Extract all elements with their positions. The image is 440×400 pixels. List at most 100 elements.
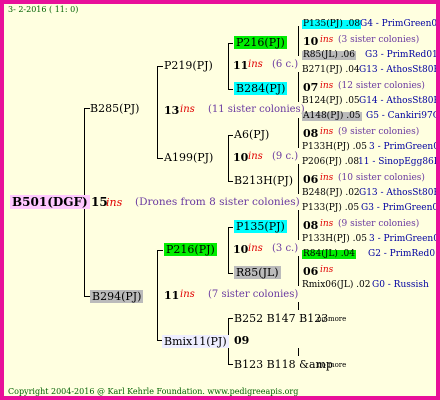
queen-p133h: P133H(PJ) .05 [302, 142, 367, 152]
connector [228, 318, 233, 319]
queen-a199: A199(PJ) [164, 151, 214, 164]
b294-note: (7 sister colonies) [208, 289, 299, 300]
ins-label: ins [320, 219, 334, 229]
sister-note: (9 sister colonies) [338, 127, 420, 137]
line-g0: G0 - Russish [372, 280, 429, 290]
line-g3: G3 - PrimGreen00 [361, 203, 440, 213]
queen-rmix06: Rmix06(JL) .02 [302, 280, 371, 290]
ins-count: 08 [303, 127, 319, 140]
ins-count: 10 [303, 35, 319, 48]
line-g13: G13 - AthosSt80R [359, 65, 440, 75]
connector [228, 43, 233, 44]
connector [228, 181, 233, 182]
sister-note: (9 sister colonies) [338, 219, 420, 229]
root-note: (Drones from 8 sister colonies) [135, 196, 300, 208]
ins-label: ins [320, 173, 334, 183]
queen-p216: P216(PJ) [164, 243, 217, 256]
sister-note: (12 sister colonies) [338, 81, 425, 91]
connector [298, 72, 299, 102]
queen-a6: A6(PJ) [234, 128, 270, 141]
a199-note: (9 c.) [272, 151, 299, 162]
connector [298, 302, 299, 310]
queen-b124: B124(PJ) .05 [302, 96, 360, 106]
line-g4: G4 - PrimGreen00 [360, 19, 440, 29]
ins-label: ins [320, 265, 334, 275]
connector [298, 26, 299, 56]
sister-note: (10 sister colonies) [338, 173, 425, 183]
queen-r85-g4: R85(JL) .06 [302, 50, 357, 60]
b294-ins-count: 11 [164, 289, 180, 302]
p216-ins-count: 10 [233, 243, 249, 256]
b285-ins-count: 13 [164, 104, 180, 117]
pedigree-frame: 3- 2-2016 ( 11: 0) B501(DGF) 15 ins (Dro… [0, 0, 440, 400]
line-g14: G14 - AthosSt80R [359, 96, 440, 106]
connector [157, 158, 163, 159]
connector [298, 256, 299, 286]
line-g2: G2 - PrimRed01 [368, 249, 440, 259]
p216-ins-label: ins [248, 243, 263, 254]
ins-count: 06 [303, 265, 319, 278]
a199-ins-count: 10 [233, 151, 249, 164]
connector [228, 227, 233, 228]
ins-label: ins [320, 35, 334, 45]
a199-ins-label: ins [248, 151, 263, 162]
connector [157, 66, 163, 67]
root-queen: B501(DGF) [10, 195, 90, 209]
connector [298, 210, 299, 240]
line-g5: G5 - Cankiri97Q [366, 111, 440, 121]
connector [298, 164, 299, 194]
line-g3: 3 - PrimGreen00 [369, 142, 440, 152]
ins-count: 07 [303, 81, 319, 94]
queen-p133: P133(PJ) .05 [302, 203, 360, 213]
connector [228, 43, 229, 89]
queen-b213h: B213H(PJ) [234, 174, 294, 187]
p219-ins-count: 11 [233, 59, 249, 72]
connector [228, 227, 229, 273]
line-g3: 3 - PrimGreen00 [369, 234, 440, 244]
connector [228, 273, 233, 274]
queen-p133h: P133H(PJ) .05 [302, 234, 367, 244]
connector [228, 364, 233, 365]
connector [157, 250, 163, 251]
queen-p206: P206(PJ) .08 [302, 157, 360, 167]
date-header: 3- 2-2016 ( 11: 0) [8, 5, 79, 14]
queen-p219: P219(PJ) [164, 59, 213, 72]
queen-r84: R84(JL) .04 [302, 249, 357, 259]
no-more-label: no more [317, 315, 347, 323]
line-g13: G13 - AthosSt80R [359, 188, 440, 198]
connector [228, 135, 233, 136]
sister-note: (3 sister colonies) [338, 35, 420, 45]
queen-b271: B271(PJ) .04 [302, 65, 360, 75]
root-ins-label: ins [106, 196, 123, 209]
no-more-label: no more [317, 361, 347, 369]
queen-r85: R85(JL) [234, 266, 281, 279]
p219-note: (6 c.) [272, 59, 299, 70]
queen-a148: A148(PJ) .05 [302, 111, 362, 121]
connector [157, 66, 158, 158]
queen-b248: B248(PJ) .02 [302, 188, 360, 198]
queen-b285: B285(PJ) [90, 102, 140, 115]
b285-ins-label: ins [180, 104, 195, 115]
line-g11: 11 - SinopEgg86R [358, 157, 440, 167]
ins-label: ins [320, 127, 334, 137]
p216-note: (3 c.) [272, 243, 299, 254]
ins-label: ins [320, 81, 334, 91]
ins-count: 06 [303, 173, 319, 186]
connector [228, 89, 233, 90]
connector [298, 348, 299, 356]
p219-ins-label: ins [248, 59, 263, 70]
connector [298, 118, 299, 148]
queen-p135: P135(PJ) [234, 220, 287, 233]
ins-count: 08 [303, 219, 319, 232]
copyright-footer: Copyright 2004-2016 @ Karl Kehrle Founda… [8, 387, 299, 396]
b294-ins-label: ins [180, 289, 195, 300]
b285-note: (11 sister colonies) [208, 104, 305, 115]
queen-b252: B252 B147 B123 [234, 312, 329, 325]
queen-b294: B294(PJ) [90, 290, 144, 303]
queen-p216-g3: P216(PJ) [234, 36, 287, 49]
queen-p135-g4: P135(PJ) .08 [302, 19, 362, 29]
connector [157, 250, 158, 340]
bmix11-ins-count: 09 [234, 334, 250, 347]
connector [228, 135, 229, 181]
line-g3: G3 - PrimRed01 [365, 50, 438, 60]
